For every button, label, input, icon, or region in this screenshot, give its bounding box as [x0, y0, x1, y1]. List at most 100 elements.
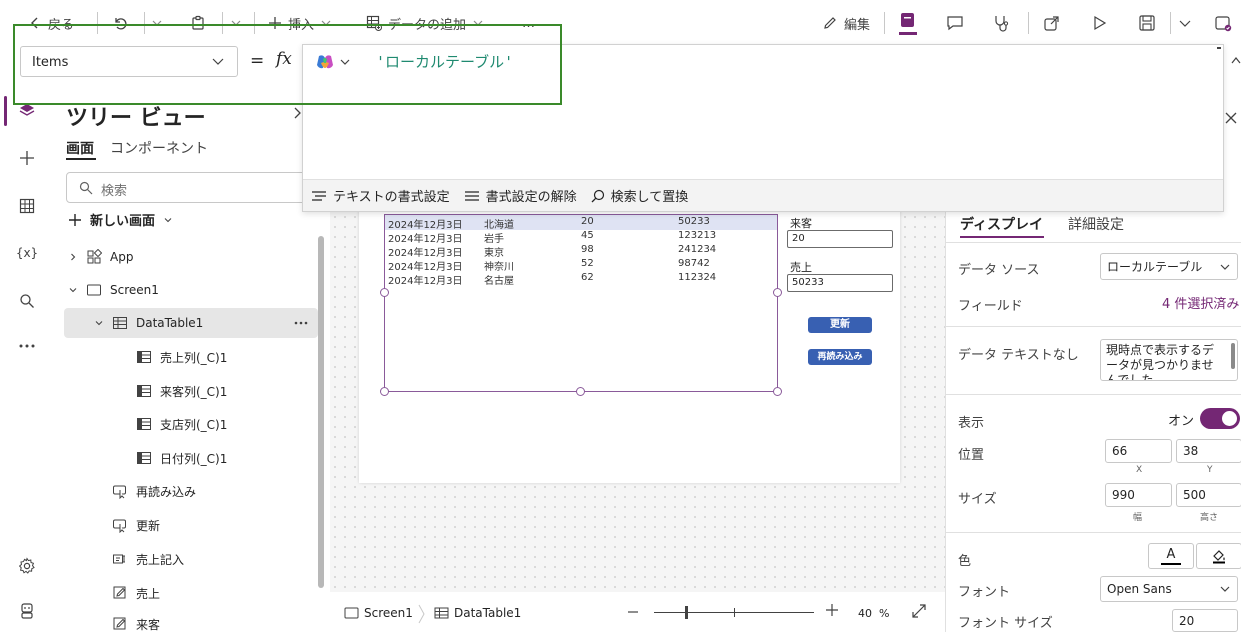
no-data-text-input[interactable]: 現時点で表示するデータが見つかりませんでした: [1100, 339, 1238, 381]
format-text-button[interactable]: テキストの書式設定: [311, 186, 450, 205]
tree-item-column[interactable]: 支店列(_C)1: [64, 409, 318, 439]
rail-more-button[interactable]: [14, 333, 40, 359]
resize-handle[interactable]: [380, 288, 389, 297]
plus-icon: [825, 603, 839, 617]
chevron-down-icon: [68, 285, 78, 295]
divider: [946, 394, 1241, 395]
zoom-slider-thumb[interactable]: [685, 606, 688, 619]
tree-search-input[interactable]: 検索: [66, 172, 318, 203]
rail-variables-button[interactable]: {x}: [14, 240, 40, 266]
text-color-glyph: A: [1166, 546, 1176, 562]
tree-item-datatable1[interactable]: DataTable1: [64, 308, 318, 338]
tab-components[interactable]: コンポーネント: [110, 138, 208, 158]
more-dots-icon[interactable]: [294, 321, 308, 325]
tab-display[interactable]: ディスプレイ: [960, 214, 1043, 234]
cell-visitors: 20: [581, 216, 594, 227]
rail-insert-button[interactable]: [14, 145, 40, 171]
sales-input[interactable]: 50233: [787, 274, 893, 292]
save-menu-button[interactable]: [1178, 10, 1192, 36]
find-replace-button[interactable]: 検索して置換: [591, 186, 688, 205]
tree-item-column[interactable]: 来客列(_C)1: [64, 376, 318, 406]
rail-settings-button[interactable]: [14, 553, 40, 579]
font-value: Open Sans: [1107, 582, 1172, 596]
visible-toggle[interactable]: [1200, 408, 1240, 429]
rail-power-button[interactable]: [14, 598, 40, 624]
chevron-down-icon: [1178, 16, 1192, 30]
position-y-input[interactable]: 38: [1176, 439, 1241, 463]
update-button[interactable]: 更新: [808, 317, 872, 333]
notebook-icon: [898, 11, 918, 35]
plus-icon: [68, 213, 82, 227]
fields-edit-link[interactable]: 4 件選択済み: [1162, 293, 1239, 312]
tab-screens[interactable]: 画面: [66, 138, 94, 158]
editor-scrollbar[interactable]: [1215, 45, 1223, 179]
tree-item-column[interactable]: 日付列(_C)1: [64, 443, 318, 473]
close-properties-button[interactable]: [1225, 112, 1237, 124]
visitors-input[interactable]: 20: [787, 230, 893, 248]
breadcrumb-screen-label: Screen1: [364, 606, 413, 620]
tree-scrollbar[interactable]: [318, 236, 324, 588]
tree-item-label: 日付列(_C)1: [160, 451, 228, 466]
resize-handle[interactable]: [576, 387, 585, 396]
play-button[interactable]: [1092, 10, 1108, 36]
comments-button[interactable]: [946, 10, 964, 36]
divider: [946, 242, 1241, 243]
tree-item-update[interactable]: 更新: [64, 510, 318, 540]
lines-icon: [464, 190, 480, 202]
resize-handle[interactable]: [773, 387, 782, 396]
tree-item-label: 更新: [136, 518, 161, 533]
collapse-formula-button[interactable]: [1231, 56, 1241, 64]
tree-item-label: 売上列(_C)1: [160, 350, 228, 365]
tab-underline: [66, 158, 96, 160]
column-icon: [136, 384, 152, 398]
height-caption: 高さ: [1200, 513, 1219, 523]
text-color-button[interactable]: A: [1148, 543, 1194, 569]
remove-format-button[interactable]: 書式設定の解除: [464, 186, 577, 205]
cell-branch: 東京: [484, 248, 504, 259]
gear-icon: [18, 557, 36, 575]
zoom-in-button[interactable]: [825, 603, 839, 617]
notes-button[interactable]: [898, 10, 918, 36]
tree-item-reload[interactable]: 再読み込み: [64, 476, 318, 506]
fit-to-window-button[interactable]: [912, 604, 926, 618]
chevron-down-icon: [1219, 583, 1231, 595]
breadcrumb-control[interactable]: DataTable1: [434, 606, 521, 620]
edit-button[interactable]: 編集: [822, 10, 870, 36]
app-checker-button[interactable]: [992, 10, 1010, 36]
save-button[interactable]: [1138, 10, 1156, 36]
font-size-input[interactable]: 20: [1172, 609, 1238, 632]
highlight-box: [13, 24, 562, 105]
height-input[interactable]: 500: [1176, 483, 1241, 507]
rail-search-button[interactable]: [14, 288, 40, 314]
screen-icon: [344, 607, 359, 619]
breadcrumb-screen[interactable]: Screen1: [344, 606, 413, 620]
chevron-down-icon: [94, 318, 104, 328]
tree-item-screen1[interactable]: Screen1: [64, 275, 318, 305]
tree-item-sales[interactable]: 売上: [64, 578, 318, 608]
publish-button[interactable]: [1214, 10, 1232, 36]
reload-button[interactable]: 再読み込み: [808, 349, 872, 365]
resize-handle[interactable]: [380, 387, 389, 396]
tab-advanced[interactable]: 詳細設定: [1068, 214, 1124, 234]
data-source-dropdown[interactable]: ローカルテーブル: [1100, 253, 1238, 280]
new-screen-button[interactable]: 新しい画面: [68, 210, 173, 229]
tree-item-visitors[interactable]: 来客: [64, 612, 318, 632]
chevron-down-icon: [163, 215, 173, 225]
width-input[interactable]: 990: [1105, 483, 1172, 507]
position-x-input[interactable]: 66: [1105, 439, 1172, 463]
column-icon: [136, 417, 152, 431]
tree-item-sales-entry[interactable]: 売上記入: [64, 544, 318, 574]
rail-data-button[interactable]: [14, 193, 40, 219]
share-button[interactable]: [1043, 10, 1061, 36]
zoom-out-button[interactable]: [627, 605, 639, 619]
zoom-unit: %: [879, 607, 890, 620]
tree-item-app[interactable]: App: [64, 242, 318, 272]
font-dropdown[interactable]: Open Sans: [1100, 576, 1238, 602]
resize-handle[interactable]: [773, 288, 782, 297]
tree-item-column[interactable]: 売上列(_C)1: [64, 342, 318, 372]
textarea-scrollbar[interactable]: [1231, 343, 1235, 369]
cell-branch: 岩手: [484, 234, 504, 245]
edit-label: 編集: [844, 17, 871, 33]
fill-color-button[interactable]: [1196, 543, 1241, 569]
cell-sales: 98742: [678, 258, 710, 269]
